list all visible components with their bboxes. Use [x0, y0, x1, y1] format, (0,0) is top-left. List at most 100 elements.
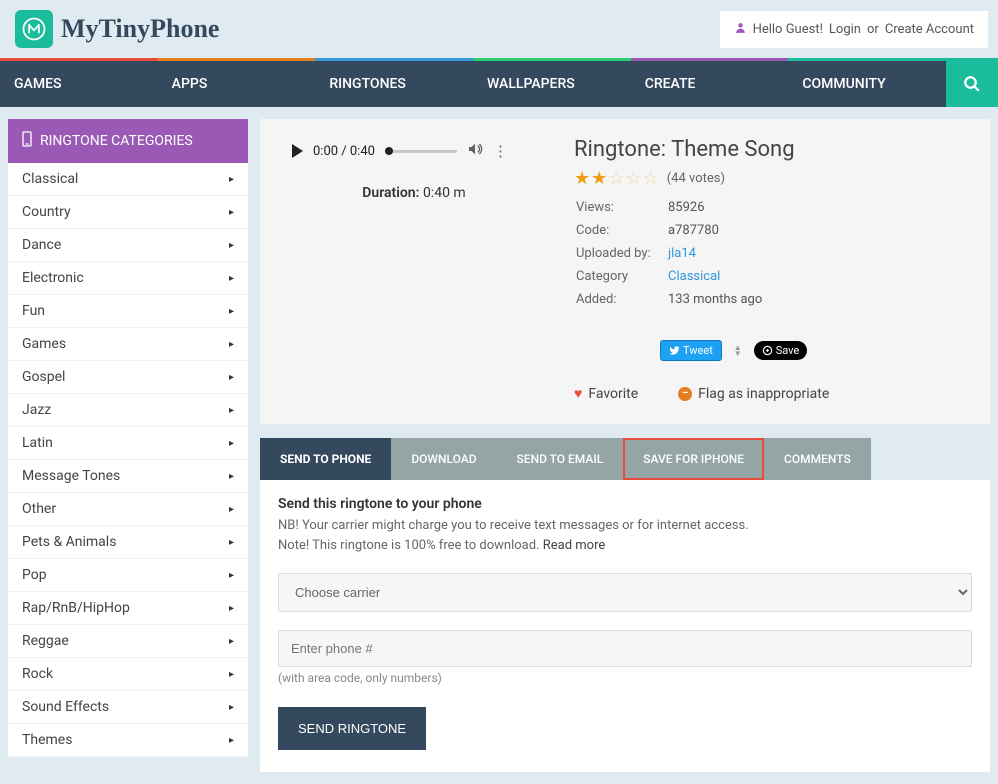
sidebar-item[interactable]: Themes▸ — [8, 724, 248, 757]
caret-right-icon: ▸ — [229, 240, 234, 251]
caret-right-icon: ▸ — [229, 372, 234, 383]
spinner-icon[interactable]: ▲▼ — [734, 345, 742, 357]
nav-wallpapers[interactable]: WALLPAPERS — [473, 58, 631, 107]
tweet-label: Tweet — [683, 344, 713, 357]
logo[interactable]: MyTinyPhone — [15, 10, 219, 48]
tab-content: Send this ringtone to your phone NB! You… — [260, 480, 990, 772]
sidebar-item-label: Jazz — [22, 402, 51, 418]
heart-icon: ♥ — [574, 385, 582, 402]
tab-comments[interactable]: COMMENTS — [764, 438, 871, 480]
sidebar-header: RINGTONE CATEGORIES — [8, 119, 248, 163]
sidebar-item[interactable]: Gospel▸ — [8, 361, 248, 394]
nav-games[interactable]: GAMES — [0, 58, 158, 107]
player-menu-icon[interactable]: ⋮ — [493, 142, 508, 160]
sidebar-title: RINGTONE CATEGORIES — [40, 133, 193, 149]
star-icon: ☆ — [643, 168, 659, 189]
create-account-link[interactable]: Create Account — [885, 22, 974, 37]
tab-save-for-iphone[interactable]: SAVE FOR IPHONE — [623, 438, 764, 480]
sidebar-item[interactable]: Rock ▸ — [8, 658, 248, 691]
caret-right-icon: ▸ — [229, 306, 234, 317]
caret-right-icon: ▸ — [229, 405, 234, 416]
tab-send-to-phone[interactable]: SEND TO PHONE — [260, 438, 391, 480]
carrier-select[interactable]: Choose carrier — [278, 573, 972, 612]
caret-right-icon: ▸ — [229, 504, 234, 515]
sidebar-item-label: Pets & Animals — [22, 534, 116, 550]
volume-icon[interactable] — [467, 141, 483, 161]
sidebar: RINGTONE CATEGORIES Classical▸Country▸Da… — [8, 119, 248, 772]
star-icon: ☆ — [625, 168, 641, 189]
star-rating[interactable]: ★ ★ ☆ ☆ ☆ — [574, 168, 659, 189]
audio-player[interactable]: 0:00 / 0:40 ⋮ — [284, 137, 544, 171]
star-icon: ☆ — [608, 168, 624, 189]
action-row: ♥ Favorite – Flag as inappropriate — [574, 385, 966, 402]
sidebar-item-label: Country — [22, 204, 71, 220]
caret-right-icon: ▸ — [229, 537, 234, 548]
category-link[interactable]: Classical — [668, 269, 720, 284]
tab-download[interactable]: DOWNLOAD — [391, 438, 496, 480]
sidebar-item-label: Rap/RnB/HipHop — [22, 600, 130, 616]
send-ringtone-button[interactable]: SEND RINGTONE — [278, 707, 426, 750]
nav-apps[interactable]: APPS — [158, 58, 316, 107]
tabs: SEND TO PHONE DOWNLOAD SEND TO EMAIL SAV… — [260, 438, 990, 480]
sidebar-item[interactable]: Message Tones▸ — [8, 460, 248, 493]
sidebar-item-label: Rock — [22, 666, 53, 682]
code-label: Code: — [576, 220, 666, 241]
caret-right-icon: ▸ — [229, 174, 234, 185]
views-label: Views: — [576, 197, 666, 218]
sidebar-item[interactable]: Electronic▸ — [8, 262, 248, 295]
star-icon: ★ — [591, 168, 607, 189]
sidebar-item-label: Games — [22, 336, 66, 352]
sidebar-item[interactable]: Jazz ▸ — [8, 394, 248, 427]
sidebar-item-label: Reggae — [22, 633, 69, 649]
sidebar-item[interactable]: Pop▸ — [8, 559, 248, 592]
form-note-1: NB! Your carrier might charge you to rec… — [278, 518, 749, 533]
search-button[interactable] — [946, 58, 998, 107]
sidebar-item[interactable]: Classical▸ — [8, 163, 248, 196]
caret-right-icon: ▸ — [229, 669, 234, 680]
auth-box: Hello Guest! Login or Create Account — [720, 11, 988, 48]
caret-right-icon: ▸ — [229, 438, 234, 449]
nav-community[interactable]: COMMUNITY — [788, 58, 946, 107]
sidebar-item[interactable]: Other▸ — [8, 493, 248, 526]
sidebar-item[interactable]: Sound Effects▸ — [8, 691, 248, 724]
sidebar-item[interactable]: Latin▸ — [8, 427, 248, 460]
phone-icon — [22, 131, 32, 151]
save-label: Save — [776, 344, 800, 357]
duration-label: Duration: — [362, 185, 419, 201]
uploaded-by-label: Uploaded by: — [576, 243, 666, 264]
caret-right-icon: ▸ — [229, 207, 234, 218]
sidebar-item[interactable]: Pets & Animals ▸ — [8, 526, 248, 559]
minus-icon: – — [678, 387, 692, 401]
favorite-action[interactable]: ♥ Favorite — [574, 385, 638, 402]
flag-label: Flag as inappropriate — [698, 386, 829, 402]
read-more-link[interactable]: Read more — [543, 538, 606, 553]
caret-right-icon: ▸ — [229, 273, 234, 284]
phone-input[interactable] — [278, 630, 972, 667]
sidebar-item[interactable]: Fun ▸ — [8, 295, 248, 328]
added-label: Added: — [576, 289, 666, 310]
uploader-link[interactable]: jla14 — [668, 246, 696, 261]
nav-ringtones[interactable]: RINGTONES — [315, 58, 473, 107]
tweet-button[interactable]: Tweet — [660, 340, 722, 361]
sidebar-item[interactable]: Country ▸ — [8, 196, 248, 229]
play-icon[interactable] — [292, 144, 303, 158]
tab-send-to-email[interactable]: SEND TO EMAIL — [497, 438, 624, 480]
caret-right-icon: ▸ — [229, 735, 234, 746]
caret-right-icon: ▸ — [229, 702, 234, 713]
flag-action[interactable]: – Flag as inappropriate — [678, 385, 829, 402]
duration-value: 0:40 m — [423, 185, 466, 201]
sidebar-item[interactable]: Games▸ — [8, 328, 248, 361]
sidebar-item[interactable]: Reggae▸ — [8, 625, 248, 658]
sidebar-item[interactable]: Dance▸ — [8, 229, 248, 262]
nav-create[interactable]: CREATE — [631, 58, 789, 107]
auth-or: or — [867, 22, 879, 37]
ringtone-card: 0:00 / 0:40 ⋮ Duration: 0:40 m Ringtone:… — [260, 119, 990, 424]
sidebar-item-label: Fun — [22, 303, 45, 319]
caret-right-icon: ▸ — [229, 603, 234, 614]
login-link[interactable]: Login — [829, 22, 861, 37]
save-button[interactable]: Save — [754, 341, 808, 360]
progress-bar[interactable] — [385, 150, 457, 153]
category-label: Category — [576, 266, 666, 287]
vote-count: (44 votes) — [667, 171, 725, 186]
sidebar-item[interactable]: Rap/RnB/HipHop ▸ — [8, 592, 248, 625]
